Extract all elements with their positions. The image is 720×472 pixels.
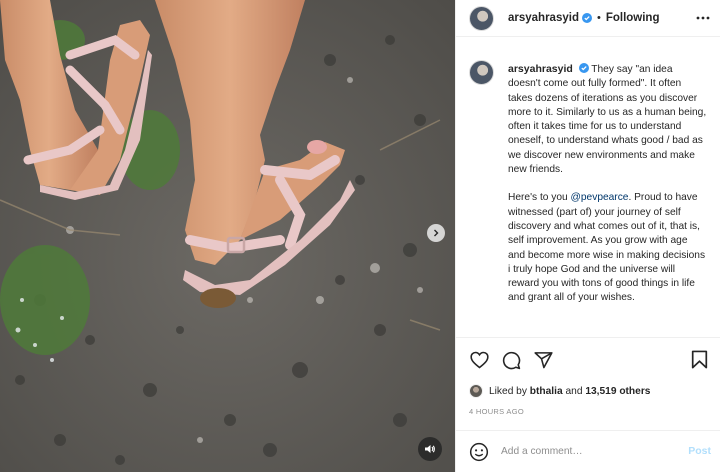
- post-comment-button[interactable]: Post: [688, 445, 711, 457]
- header-separator: •: [596, 12, 601, 24]
- post-actions-section: Liked by bthalia and 13,519 others 4 HOU…: [456, 337, 720, 430]
- caption-username[interactable]: arsyahrasyid: [508, 63, 573, 75]
- comment-button[interactable]: [501, 350, 521, 370]
- more-options-icon: [696, 16, 710, 20]
- heart-icon: [469, 351, 489, 369]
- comment-input[interactable]: [501, 446, 679, 457]
- post-header: arsyahrasyid • Following: [456, 0, 720, 37]
- likes-prefix: Liked by: [489, 385, 527, 397]
- caption-p2-text: Here's to you: [508, 192, 571, 204]
- mention-link[interactable]: @pevpearce: [571, 192, 629, 203]
- like-button[interactable]: [469, 350, 489, 370]
- verified-badge-icon: [581, 13, 592, 23]
- likes-summary: Liked by bthalia and 13,519 others: [469, 384, 650, 398]
- likes-middle: and: [565, 385, 583, 397]
- caption-text: arsyahrasyid They say "an idea doesn't c…: [508, 62, 707, 306]
- smiley-icon: [469, 442, 489, 461]
- post-details-panel: arsyahrasyid • Following arsyahrasyid Th…: [455, 0, 720, 472]
- post-media[interactable]: [0, 0, 455, 472]
- bookmark-icon: [691, 350, 708, 369]
- author-username[interactable]: arsyahrasyid: [508, 12, 579, 24]
- sound-toggle-button[interactable]: [418, 437, 442, 461]
- paper-plane-icon: [533, 352, 553, 369]
- chevron-right-icon: [434, 229, 439, 237]
- more-options-button[interactable]: [695, 10, 711, 26]
- liker-avatar[interactable]: [469, 384, 483, 398]
- liker-username[interactable]: bthalia: [530, 386, 563, 397]
- next-media-button[interactable]: [427, 224, 445, 242]
- speaker-icon: [425, 445, 435, 453]
- emoji-button[interactable]: [469, 442, 489, 462]
- caption-p2-rest: . Proud to have witnessed (part of) your…: [508, 192, 706, 304]
- save-button[interactable]: [691, 350, 711, 370]
- share-button[interactable]: [533, 350, 553, 370]
- caption-author-avatar[interactable]: [469, 60, 494, 85]
- post-photo: [0, 0, 455, 472]
- add-comment-form: Post: [456, 430, 720, 472]
- caption: arsyahrasyid They say "an idea doesn't c…: [469, 60, 707, 306]
- action-bar: [469, 350, 553, 370]
- caption-paragraph-1: They say "an idea doesn't come out fully…: [508, 64, 707, 176]
- caption-paragraph-2: Here's to you @pevpearce. Proud to have …: [508, 191, 707, 305]
- verified-badge-icon: [578, 63, 589, 73]
- post-timestamp[interactable]: 4 HOURS AGO: [469, 407, 524, 416]
- comments-area[interactable]: arsyahrasyid They say "an idea doesn't c…: [456, 37, 720, 337]
- following-button[interactable]: Following: [606, 12, 660, 24]
- comment-bubble-icon: [502, 351, 520, 369]
- likes-count[interactable]: 13,519 others: [585, 386, 650, 397]
- author-avatar[interactable]: [469, 5, 494, 31]
